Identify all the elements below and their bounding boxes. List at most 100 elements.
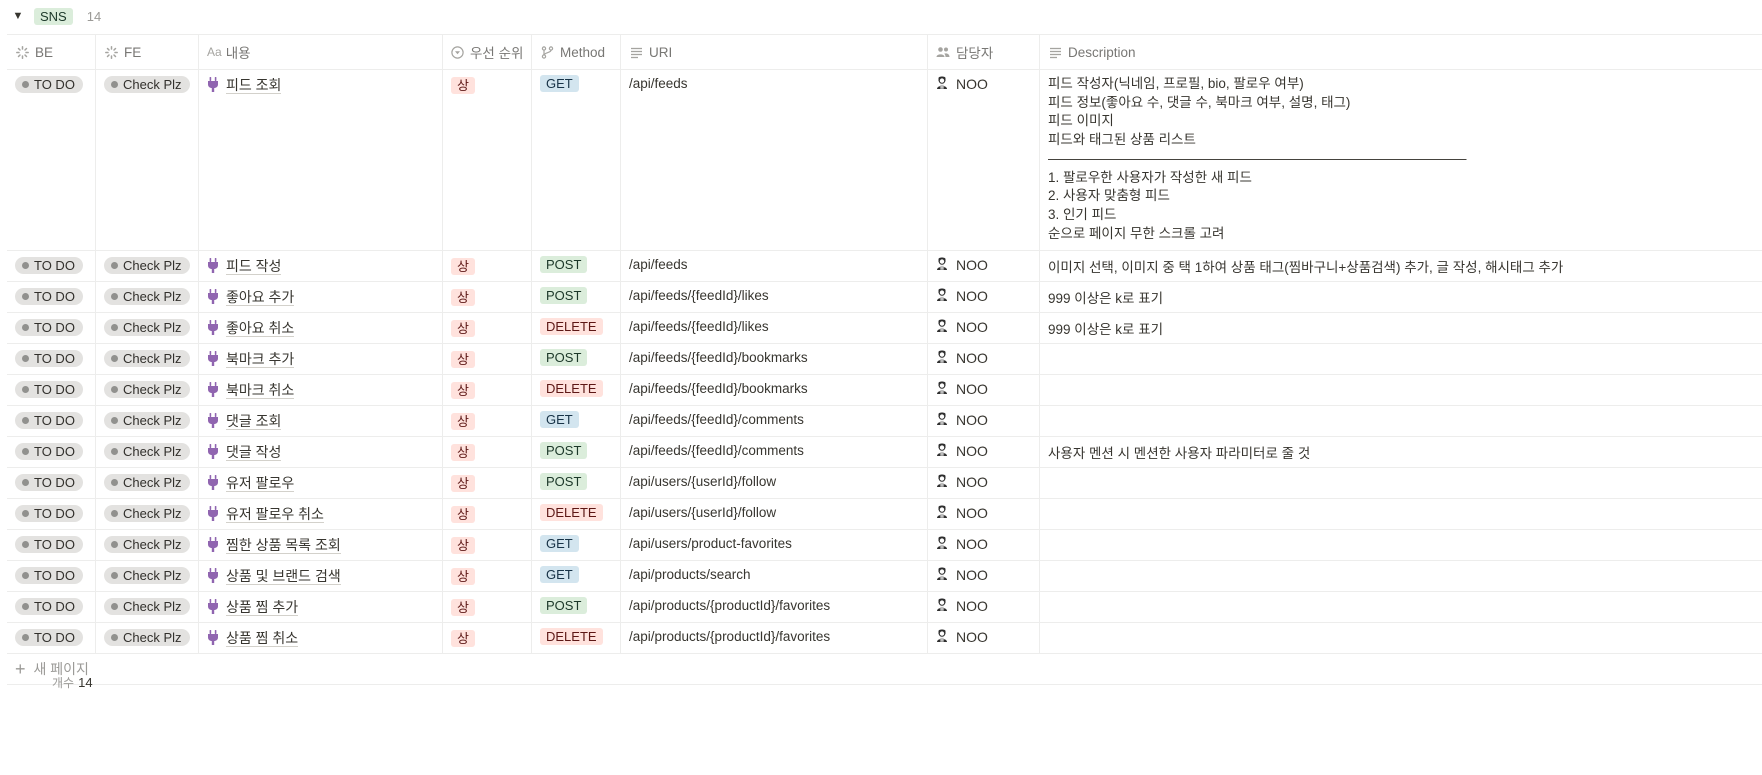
fe-status-cell[interactable]: Check Plz xyxy=(96,70,199,250)
uri-cell[interactable]: /api/feeds/{feedId}/bookmarks xyxy=(621,344,928,374)
be-status-cell[interactable]: TO DO xyxy=(7,623,96,653)
priority-cell[interactable]: 상 xyxy=(443,313,532,343)
page-title-link[interactable]: 댓글 조회 xyxy=(226,413,282,430)
fe-status-cell[interactable]: Check Plz xyxy=(96,499,199,529)
name-cell[interactable]: 좋아요 취소 xyxy=(199,313,443,343)
uri-cell[interactable]: /api/feeds/{feedId}/comments xyxy=(621,437,928,467)
fe-status-cell[interactable]: Check Plz xyxy=(96,561,199,591)
description-cell[interactable]: 999 이상은 k로 표기 xyxy=(1040,313,1762,343)
fe-status-cell[interactable]: Check Plz xyxy=(96,437,199,467)
fe-status-cell[interactable]: Check Plz xyxy=(96,313,199,343)
be-status-cell[interactable]: TO DO xyxy=(7,251,96,281)
page-title-link[interactable]: 좋아요 추가 xyxy=(226,289,295,306)
description-cell[interactable] xyxy=(1040,530,1762,560)
table-row[interactable]: TO DO Check Plz 북마크 추가 상 POST/api/feeds/{fee… xyxy=(7,344,1762,375)
page-title-link[interactable]: 피드 조회 xyxy=(226,77,282,94)
method-cell[interactable]: DELETE xyxy=(532,375,621,405)
page-title-link[interactable]: 상품 찜 취소 xyxy=(226,630,299,647)
priority-cell[interactable]: 상 xyxy=(443,468,532,498)
new-page-button[interactable]: + 새 페이지 xyxy=(7,654,1762,685)
fe-status-cell[interactable]: Check Plz xyxy=(96,344,199,374)
collapse-toggle-icon[interactable]: ▼ xyxy=(8,10,28,22)
owner-cell[interactable]: NOO xyxy=(928,70,1040,250)
owner-cell[interactable]: NOO xyxy=(928,344,1040,374)
uri-cell[interactable]: /api/feeds xyxy=(621,251,928,281)
uri-cell[interactable]: /api/users/{userId}/follow xyxy=(621,499,928,529)
calculation-footer[interactable]: 개수 14 xyxy=(52,674,93,691)
be-status-cell[interactable]: TO DO xyxy=(7,530,96,560)
description-cell[interactable] xyxy=(1040,468,1762,498)
table-row[interactable]: TO DO Check Plz 유저 팔로우 취소 상 DELETE/api/users… xyxy=(7,499,1762,530)
name-cell[interactable]: 찜한 상품 목록 조회 xyxy=(199,530,443,560)
description-cell[interactable] xyxy=(1040,592,1762,622)
method-cell[interactable]: DELETE xyxy=(532,313,621,343)
priority-cell[interactable]: 상 xyxy=(443,70,532,250)
owner-cell[interactable]: NOO xyxy=(928,468,1040,498)
priority-cell[interactable]: 상 xyxy=(443,406,532,436)
uri-cell[interactable]: /api/products/{productId}/favorites xyxy=(621,592,928,622)
table-row[interactable]: TO DO Check Plz 찜한 상품 목록 조회 상 GET/api/users/… xyxy=(7,530,1762,561)
be-status-cell[interactable]: TO DO xyxy=(7,592,96,622)
name-cell[interactable]: 피드 조회 xyxy=(199,70,443,250)
uri-cell[interactable]: /api/feeds/{feedId}/bookmarks xyxy=(621,375,928,405)
table-row[interactable]: TO DO Check Plz 북마크 취소 상 DELETE/api/feeds/{f… xyxy=(7,375,1762,406)
priority-cell[interactable]: 상 xyxy=(443,530,532,560)
fe-status-cell[interactable]: Check Plz xyxy=(96,623,199,653)
method-cell[interactable]: POST xyxy=(532,592,621,622)
column-header-name[interactable]: Aa 내용 xyxy=(199,35,443,69)
priority-cell[interactable]: 상 xyxy=(443,282,532,312)
method-cell[interactable]: POST xyxy=(532,282,621,312)
owner-cell[interactable]: NOO xyxy=(928,282,1040,312)
priority-cell[interactable]: 상 xyxy=(443,499,532,529)
page-title-link[interactable]: 상품 및 브랜드 검색 xyxy=(226,568,341,585)
name-cell[interactable]: 상품 찜 취소 xyxy=(199,623,443,653)
method-cell[interactable]: GET xyxy=(532,530,621,560)
be-status-cell[interactable]: TO DO xyxy=(7,344,96,374)
be-status-cell[interactable]: TO DO xyxy=(7,468,96,498)
column-header-uri[interactable]: URI xyxy=(621,35,928,69)
be-status-cell[interactable]: TO DO xyxy=(7,70,96,250)
page-title-link[interactable]: 댓글 작성 xyxy=(226,444,282,461)
priority-cell[interactable]: 상 xyxy=(443,437,532,467)
table-row[interactable]: TO DO Check Plz 유저 팔로우 상 POST/api/users/{use… xyxy=(7,468,1762,499)
table-row[interactable]: TO DO Check Plz 좋아요 추가 상 POST/api/feeds/{fee… xyxy=(7,282,1762,313)
description-cell[interactable]: 피드 작성자(닉네임, 프로필, bio, 팔로우 여부) 피드 정보(좋아요 수… xyxy=(1040,70,1762,250)
description-cell[interactable]: 사용자 멘션 시 멘션한 사용자 파라미터로 줄 것 xyxy=(1040,437,1762,467)
owner-cell[interactable]: NOO xyxy=(928,313,1040,343)
method-cell[interactable]: POST xyxy=(532,251,621,281)
priority-cell[interactable]: 상 xyxy=(443,561,532,591)
priority-cell[interactable]: 상 xyxy=(443,623,532,653)
fe-status-cell[interactable]: Check Plz xyxy=(96,592,199,622)
name-cell[interactable]: 북마크 추가 xyxy=(199,344,443,374)
page-title-link[interactable]: 상품 찜 추가 xyxy=(226,599,299,616)
description-cell[interactable] xyxy=(1040,375,1762,405)
method-cell[interactable]: POST xyxy=(532,437,621,467)
fe-status-cell[interactable]: Check Plz xyxy=(96,530,199,560)
priority-cell[interactable]: 상 xyxy=(443,251,532,281)
name-cell[interactable]: 댓글 작성 xyxy=(199,437,443,467)
name-cell[interactable]: 유저 팔로우 취소 xyxy=(199,499,443,529)
fe-status-cell[interactable]: Check Plz xyxy=(96,375,199,405)
name-cell[interactable]: 상품 찜 추가 xyxy=(199,592,443,622)
fe-status-cell[interactable]: Check Plz xyxy=(96,251,199,281)
column-header-be[interactable]: BE xyxy=(7,35,96,69)
name-cell[interactable]: 북마크 취소 xyxy=(199,375,443,405)
table-row[interactable]: TO DO Check Plz 피드 조회 상 GET/api/feeds NOO 피드 작… xyxy=(7,70,1762,251)
fe-status-cell[interactable]: Check Plz xyxy=(96,282,199,312)
page-title-link[interactable]: 유저 팔로우 취소 xyxy=(226,506,324,523)
be-status-cell[interactable]: TO DO xyxy=(7,499,96,529)
priority-cell[interactable]: 상 xyxy=(443,592,532,622)
method-cell[interactable]: GET xyxy=(532,561,621,591)
be-status-cell[interactable]: TO DO xyxy=(7,282,96,312)
be-status-cell[interactable]: TO DO xyxy=(7,406,96,436)
page-title-link[interactable]: 피드 작성 xyxy=(226,258,282,275)
name-cell[interactable]: 상품 및 브랜드 검색 xyxy=(199,561,443,591)
table-row[interactable]: TO DO Check Plz 상품 및 브랜드 검색 상 GET/api/produc… xyxy=(7,561,1762,592)
priority-cell[interactable]: 상 xyxy=(443,344,532,374)
owner-cell[interactable]: NOO xyxy=(928,406,1040,436)
uri-cell[interactable]: /api/products/search xyxy=(621,561,928,591)
page-title-link[interactable]: 찜한 상품 목록 조회 xyxy=(226,537,341,554)
owner-cell[interactable]: NOO xyxy=(928,561,1040,591)
description-cell[interactable] xyxy=(1040,499,1762,529)
owner-cell[interactable]: NOO xyxy=(928,251,1040,281)
